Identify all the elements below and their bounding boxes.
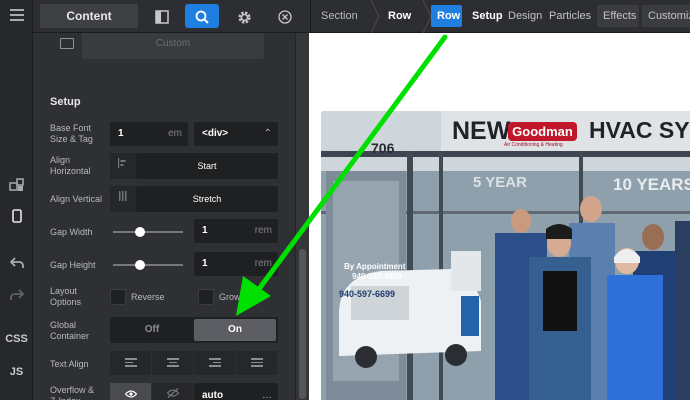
layout-options-label: Layout Options xyxy=(50,286,82,307)
years-right-text: 10 YEARS xyxy=(613,175,690,194)
align-vertical-label: Align Vertical xyxy=(50,194,103,204)
align-horizontal-label: Align Horizontal xyxy=(50,155,91,176)
more-options-icon[interactable]: … xyxy=(262,383,272,400)
address-number: 706 xyxy=(371,140,395,156)
tag-select-value: <div> xyxy=(202,128,229,139)
content-tab-button[interactable]: Content xyxy=(40,4,138,28)
goodman-logo: Goodman xyxy=(508,122,577,141)
grow-checkbox[interactable] xyxy=(198,289,214,305)
custom-preset-field[interactable]: Custom xyxy=(82,33,264,59)
chevron-right-icon xyxy=(370,0,380,33)
sign-hvac-text: HVAC SYSTEM xyxy=(589,117,690,143)
base-font-label: Base Font Size & Tag xyxy=(50,123,93,144)
text-align-right-icon[interactable] xyxy=(194,351,235,375)
reverse-label: Reverse xyxy=(131,292,165,302)
tab-row[interactable]: Row xyxy=(431,5,462,27)
tab-effects[interactable]: Effects xyxy=(597,5,639,27)
align-horizontal-value: Start xyxy=(197,161,217,171)
panel-scrollbar[interactable] xyxy=(295,33,309,400)
left-rail: CSS JS xyxy=(0,0,33,400)
overflow-zindex-label: Overflow & Z-Index xyxy=(50,385,95,400)
global-container-off[interactable]: Off xyxy=(110,317,194,343)
preview-canvas: NEW Goodman Air Conditioning & Heating H… xyxy=(309,33,690,400)
gap-width-label: Gap Width xyxy=(50,227,93,237)
tab-design[interactable]: Design xyxy=(502,5,548,27)
builder-window: CSS JS Content Section 3 Row 1 Row Setup… xyxy=(0,0,690,400)
base-font-size-value: 1 xyxy=(118,128,124,139)
gap-width-slider[interactable] xyxy=(113,231,183,233)
gap-height-slider[interactable] xyxy=(113,264,183,266)
gap-height-slider-handle[interactable] xyxy=(135,260,145,270)
boxes-icon[interactable] xyxy=(0,178,33,196)
select-arrows-icon: ⌃ xyxy=(263,128,272,139)
desktop-monitor-icon xyxy=(60,38,74,49)
global-container-toggle[interactable]: Off On xyxy=(110,317,278,343)
eye-icon[interactable] xyxy=(110,383,151,400)
global-container-label: Global Container xyxy=(50,320,90,341)
text-align-left-icon[interactable] xyxy=(110,351,151,375)
gap-height-input[interactable]: 1 rem xyxy=(194,252,278,276)
storefront-team-photo[interactable]: NEW Goodman Air Conditioning & Heating H… xyxy=(321,111,690,400)
align-vertical-value: Stretch xyxy=(192,194,222,204)
align-horizontal-select[interactable]: Start xyxy=(136,153,278,179)
overflow-select[interactable]: auto … xyxy=(194,383,278,400)
gap-height-unit[interactable]: rem xyxy=(255,252,272,276)
base-font-size-input[interactable]: 1 em xyxy=(110,122,188,146)
settings-panel: Custom Setup Base Font Size & Tag 1 em <… xyxy=(33,33,295,400)
align-vertical-select[interactable]: Stretch xyxy=(136,186,278,212)
sign-new-text: NEW xyxy=(452,117,511,145)
text-align-justify-icon[interactable] xyxy=(236,351,277,375)
breadcrumb-row[interactable]: Row 1 xyxy=(388,0,411,54)
redo-icon[interactable] xyxy=(0,288,33,305)
css-button[interactable]: CSS xyxy=(0,333,33,345)
top-toolbar: Content Section 3 Row 1 Row Setup Design… xyxy=(33,0,690,54)
align-stretch-icon xyxy=(110,186,136,212)
gap-height-label: Gap Height xyxy=(50,260,96,270)
overflow-value: auto xyxy=(202,390,224,400)
years-left-text: 5 YEAR xyxy=(473,174,527,191)
text-align-label: Text Align xyxy=(50,359,89,369)
text-align-center-icon[interactable] xyxy=(152,351,193,375)
tab-particles[interactable]: Particles xyxy=(543,5,597,27)
undo-icon[interactable] xyxy=(0,256,33,273)
search-icon[interactable] xyxy=(185,4,219,28)
gap-width-input[interactable]: 1 rem xyxy=(194,219,278,243)
phone-text-1: 940-387-4600 xyxy=(352,272,402,281)
gap-width-slider-handle[interactable] xyxy=(135,227,145,237)
global-container-on[interactable]: On xyxy=(194,319,276,341)
gap-height-value: 1 xyxy=(202,258,208,269)
grow-label: Grow xyxy=(219,292,241,302)
align-start-icon xyxy=(110,153,136,179)
appointment-text: By Appointment xyxy=(344,262,406,271)
breadcrumb-section[interactable]: Section 3 xyxy=(321,0,358,54)
eye-slash-icon[interactable] xyxy=(152,383,193,400)
gap-width-unit[interactable]: rem xyxy=(255,219,272,243)
hamburger-menu-icon[interactable] xyxy=(0,8,33,25)
tag-select[interactable]: <div> ⌃ xyxy=(194,122,278,146)
section-title-setup: Setup xyxy=(50,96,81,108)
panel-scrollbar-thumb[interactable] xyxy=(299,249,306,399)
base-font-unit[interactable]: em xyxy=(168,122,182,146)
gap-width-value: 1 xyxy=(202,225,208,236)
mobile-device-icon[interactable] xyxy=(0,209,33,227)
phone-text-2: 940-597-6699 xyxy=(339,289,396,299)
goodman-subtitle: Air Conditioning & Heating xyxy=(504,142,563,148)
breadcrumb: Section 3 Row 1 xyxy=(310,0,432,54)
reverse-checkbox[interactable] xyxy=(110,289,126,305)
gear-icon[interactable] xyxy=(227,4,261,28)
js-button[interactable]: JS xyxy=(0,366,33,378)
layout-panel-icon[interactable] xyxy=(145,4,179,28)
close-icon[interactable] xyxy=(268,4,302,28)
tab-customize[interactable]: Customiz xyxy=(642,5,690,27)
